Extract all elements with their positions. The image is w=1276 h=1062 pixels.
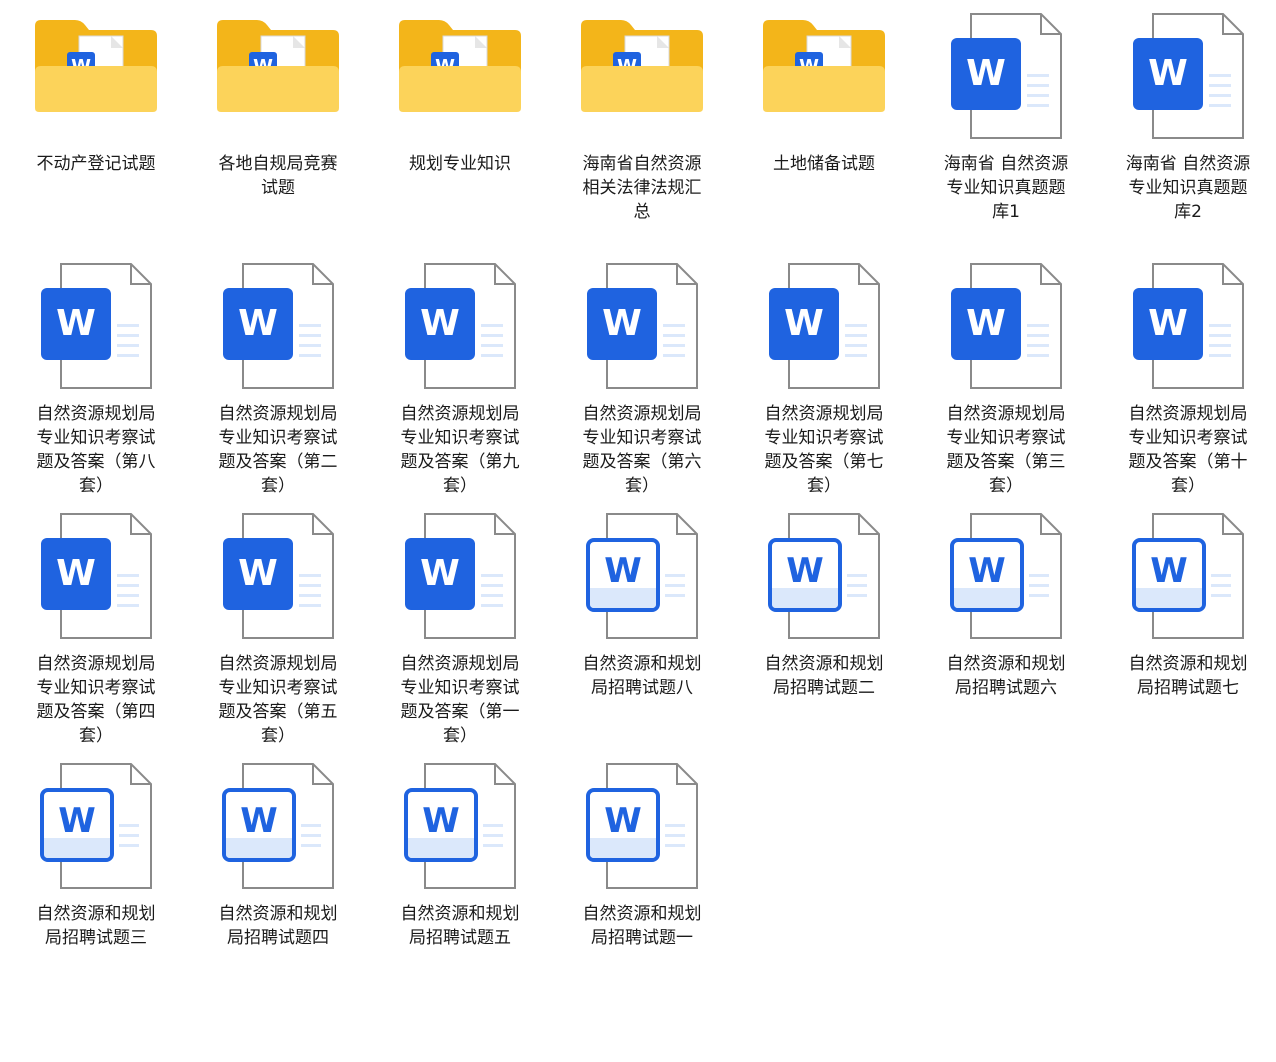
document-item[interactable]: W 海南省 自然资源专业知识真题题库2 — [1097, 12, 1276, 262]
file-name: 海南省 自然资源专业知识真题题库1 — [943, 154, 1069, 222]
word-letter-icon: W — [966, 303, 1006, 344]
file-name: 自然资源规划局专业知识考察试题及答案（第四套） — [36, 654, 156, 746]
file-name: 自然资源规划局专业知识考察试题及答案（第三套） — [946, 404, 1066, 496]
file-name: 自然资源和规划局招聘试题七 — [1128, 654, 1248, 698]
file-name: 自然资源和规划局招聘试题三 — [36, 904, 156, 948]
word-letter-icon: W — [604, 551, 642, 591]
file-name: 自然资源和规划局招聘试题六 — [946, 654, 1066, 698]
file-name: 自然资源规划局专业知识考察试题及答案（第九套） — [400, 404, 520, 496]
file-name: 海南省 自然资源专业知识真题题库2 — [1125, 154, 1251, 222]
file-name: 自然资源和规划局招聘试题四 — [218, 904, 338, 948]
word-document-icon: W — [1118, 262, 1258, 392]
folder-icon: W — [390, 12, 530, 142]
word-legacy-document-icon: W — [208, 762, 348, 892]
file-name: 自然资源规划局专业知识考察试题及答案（第五套） — [218, 654, 338, 746]
word-document-icon: W — [208, 512, 348, 642]
word-letter-icon: W — [420, 303, 460, 344]
document-item[interactable]: W 海南省 自然资源专业知识真题题库1 — [915, 12, 1097, 262]
word-document-icon: W — [390, 512, 530, 642]
folder-item[interactable]: W 规划专业知识 — [369, 12, 551, 262]
word-legacy-document-icon: W — [26, 762, 166, 892]
word-letter-icon: W — [240, 801, 278, 841]
document-item[interactable]: W 自然资源规划局专业知识考察试题及答案（第六套） — [551, 262, 733, 512]
file-name: 自然资源和规划局招聘试题二 — [764, 654, 884, 698]
file-name: 自然资源规划局专业知识考察试题及答案（第十套） — [1128, 404, 1248, 496]
word-letter-icon: W — [1148, 303, 1188, 344]
word-letter-icon: W — [238, 303, 278, 344]
folder-icon: W — [572, 12, 712, 142]
file-name: 自然资源规划局专业知识考察试题及答案（第六套） — [582, 404, 702, 496]
file-name: 规划专业知识 — [409, 154, 511, 174]
document-item[interactable]: W 自然资源规划局专业知识考察试题及答案（第五套） — [187, 512, 369, 762]
file-name: 自然资源和规划局招聘试题八 — [582, 654, 702, 698]
document-item[interactable]: W 自然资源规划局专业知识考察试题及答案（第一套） — [369, 512, 551, 762]
file-name: 土地储备试题 — [773, 154, 875, 174]
file-name: 自然资源规划局专业知识考察试题及答案（第二套） — [218, 404, 338, 496]
document-item[interactable]: W 自然资源规划局专业知识考察试题及答案（第七套） — [733, 262, 915, 512]
file-name: 自然资源和规划局招聘试题五 — [400, 904, 520, 948]
word-letter-icon: W — [966, 53, 1006, 94]
word-legacy-document-icon: W — [754, 512, 894, 642]
word-document-icon: W — [1118, 12, 1258, 142]
folder-icon: W — [208, 12, 348, 142]
word-document-icon: W — [936, 12, 1076, 142]
word-letter-icon: W — [58, 801, 96, 841]
word-letter-icon: W — [56, 303, 96, 344]
word-legacy-document-icon: W — [390, 762, 530, 892]
file-grid: W 不动产登记试题 W 各地自规局竞赛试题 W — [0, 0, 1276, 1062]
word-document-icon: W — [754, 262, 894, 392]
word-letter-icon: W — [56, 553, 96, 594]
word-document-icon: W — [390, 262, 530, 392]
folder-item[interactable]: W 海南省自然资源相关法律法规汇总 — [551, 12, 733, 262]
folder-icon: W — [754, 12, 894, 142]
word-letter-icon: W — [602, 303, 642, 344]
file-name: 自然资源规划局专业知识考察试题及答案（第七套） — [764, 404, 884, 496]
folder-item[interactable]: W 各地自规局竞赛试题 — [187, 12, 369, 262]
file-name: 自然资源规划局专业知识考察试题及答案（第一套） — [400, 654, 520, 746]
document-item[interactable]: W 自然资源和规划局招聘试题七 — [1097, 512, 1276, 762]
word-letter-icon: W — [422, 801, 460, 841]
document-item[interactable]: W 自然资源规划局专业知识考察试题及答案（第三套） — [915, 262, 1097, 512]
document-item[interactable]: W 自然资源和规划局招聘试题五 — [369, 762, 551, 1012]
document-item[interactable]: W 自然资源和规划局招聘试题六 — [915, 512, 1097, 762]
file-name: 海南省自然资源相关法律法规汇总 — [582, 154, 702, 222]
document-item[interactable]: W 自然资源规划局专业知识考察试题及答案（第九套） — [369, 262, 551, 512]
word-letter-icon: W — [784, 303, 824, 344]
word-legacy-document-icon: W — [572, 512, 712, 642]
document-item[interactable]: W 自然资源和规划局招聘试题三 — [5, 762, 187, 1012]
word-document-icon: W — [26, 512, 166, 642]
document-item[interactable]: W 自然资源和规划局招聘试题四 — [187, 762, 369, 1012]
word-legacy-document-icon: W — [572, 762, 712, 892]
word-letter-icon: W — [1148, 53, 1188, 94]
document-item[interactable]: W 自然资源规划局专业知识考察试题及答案（第八套） — [5, 262, 187, 512]
word-letter-icon: W — [238, 553, 278, 594]
file-name: 不动产登记试题 — [36, 154, 156, 174]
document-item[interactable]: W 自然资源规划局专业知识考察试题及答案（第二套） — [187, 262, 369, 512]
word-letter-icon: W — [786, 551, 824, 591]
document-item[interactable]: W 自然资源规划局专业知识考察试题及答案（第十套） — [1097, 262, 1276, 512]
document-item[interactable]: W 自然资源和规划局招聘试题八 — [551, 512, 733, 762]
folder-icon: W — [26, 12, 166, 142]
folder-item[interactable]: W 不动产登记试题 — [5, 12, 187, 262]
word-letter-icon: W — [604, 801, 642, 841]
word-document-icon: W — [208, 262, 348, 392]
word-document-icon: W — [936, 262, 1076, 392]
file-name: 自然资源规划局专业知识考察试题及答案（第八套） — [36, 404, 156, 496]
word-document-icon: W — [26, 262, 166, 392]
word-letter-icon: W — [1150, 551, 1188, 591]
word-document-icon: W — [572, 262, 712, 392]
document-item[interactable]: W 自然资源规划局专业知识考察试题及答案（第四套） — [5, 512, 187, 762]
word-letter-icon: W — [968, 551, 1006, 591]
folder-item[interactable]: W 土地储备试题 — [733, 12, 915, 262]
document-item[interactable]: W 自然资源和规划局招聘试题一 — [551, 762, 733, 1012]
document-item[interactable]: W 自然资源和规划局招聘试题二 — [733, 512, 915, 762]
word-letter-icon: W — [420, 553, 460, 594]
word-legacy-document-icon: W — [1118, 512, 1258, 642]
word-legacy-document-icon: W — [936, 512, 1076, 642]
file-name: 各地自规局竞赛试题 — [218, 154, 338, 198]
file-name: 自然资源和规划局招聘试题一 — [582, 904, 702, 948]
